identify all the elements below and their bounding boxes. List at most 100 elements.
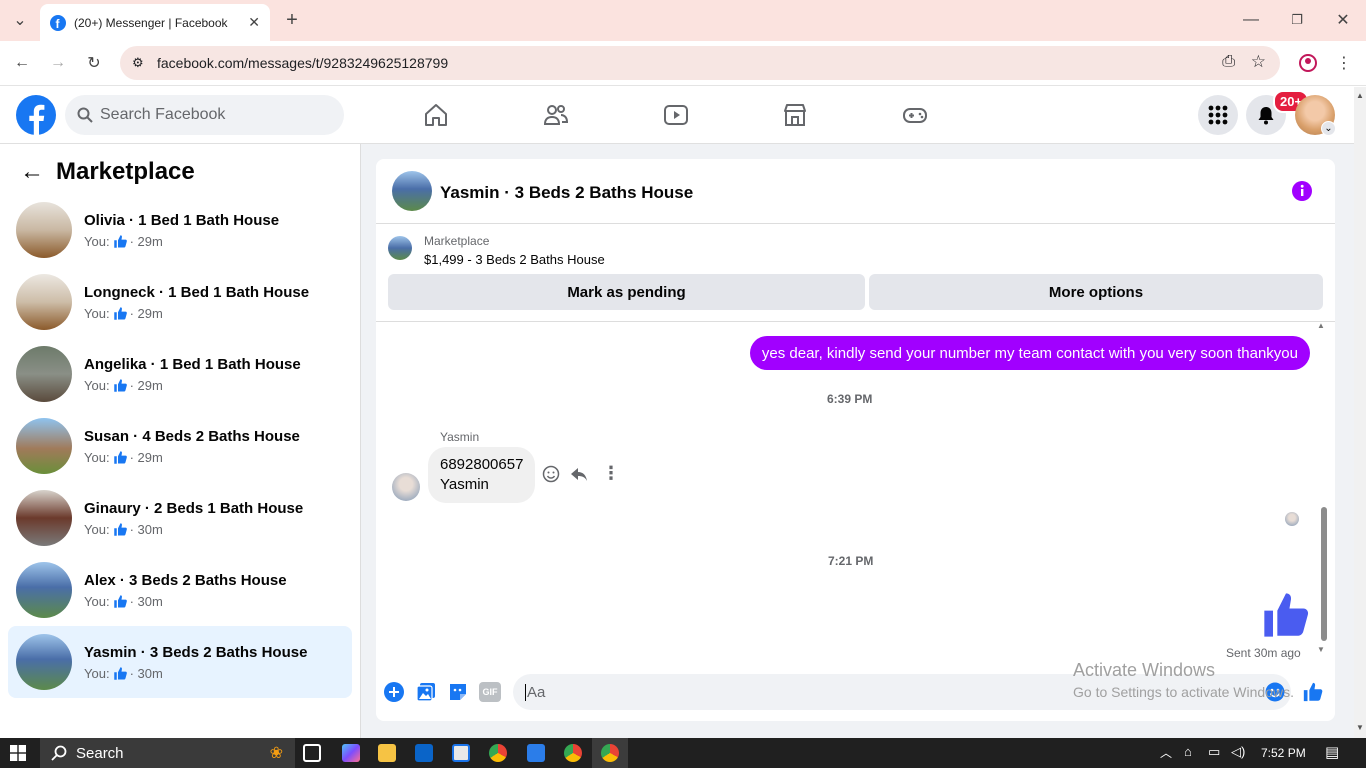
reload-icon[interactable]: ↻ <box>80 49 108 77</box>
sender-avatar[interactable] <box>392 473 420 501</box>
chat-title[interactable]: Yasmin · 3 Beds 2 Baths House <box>440 183 693 203</box>
watch-icon[interactable] <box>662 101 690 129</box>
browser-tab[interactable]: f (20+) Messenger | Facebook ✕ <box>40 4 270 41</box>
bookmark-star-icon[interactable]: ☆ <box>1251 52 1266 72</box>
search-highlight-icon: ❀ <box>269 745 283 762</box>
conversation-time: · 30m <box>129 521 163 537</box>
more-options-button[interactable]: More options <box>869 274 1323 310</box>
tab-search-icon[interactable]: ⌄ <box>6 6 34 34</box>
defender-icon[interactable] <box>527 744 545 762</box>
notification-center-icon[interactable]: ▤ <box>1325 743 1339 761</box>
close-tab-icon[interactable]: ✕ <box>248 14 260 31</box>
conversation-item[interactable]: Longneck · 1 Bed 1 Bath House You: · 29m <box>8 266 352 338</box>
conversation-name: Susan · 4 Beds 2 Baths House <box>84 427 300 445</box>
more-actions-plus-icon[interactable] <box>384 682 404 702</box>
store-icon[interactable] <box>452 744 470 762</box>
chrome-menu-icon[interactable]: ⋮ <box>1330 49 1358 77</box>
more-actions-icon[interactable]: ⋮ <box>602 463 620 484</box>
chrome-active-icon <box>601 744 619 762</box>
conversation-you: You: <box>84 233 110 249</box>
like-icon <box>113 594 127 608</box>
conversation-you: You: <box>84 305 110 321</box>
back-icon[interactable]: ← <box>8 49 36 77</box>
menu-button[interactable] <box>1198 95 1238 135</box>
big-like-icon[interactable] <box>1260 589 1312 641</box>
like-icon <box>113 450 127 464</box>
conversation-time: · 29m <box>129 377 163 393</box>
forward-icon[interactable]: → <box>44 49 72 77</box>
close-window-icon[interactable]: ✕ <box>1329 6 1357 34</box>
clock[interactable]: 7:52 PM <box>1261 746 1306 760</box>
minimize-icon[interactable]: — <box>1237 6 1265 34</box>
windows-taskbar: Search ❀ ︿ ⌂ ▭ ◁) 7:52 PM ▤ <box>0 738 1366 768</box>
site-settings-icon[interactable]: ⚙ <box>132 55 144 71</box>
conversation-item[interactable]: Alex · 3 Beds 2 Baths House You: · 30m <box>8 554 352 626</box>
reply-icon[interactable] <box>570 465 588 483</box>
mark-as-pending-button[interactable]: Mark as pending <box>388 274 865 310</box>
back-arrow-icon[interactable]: ← <box>20 158 44 186</box>
conversation-you: You: <box>84 665 110 681</box>
facebook-logo-icon[interactable] <box>16 95 56 135</box>
listing-title[interactable]: $1,499 - 3 Beds 2 Baths House <box>424 252 605 267</box>
friends-icon[interactable] <box>542 101 570 129</box>
seen-avatar <box>1285 512 1299 526</box>
new-tab-icon[interactable]: + <box>278 6 306 34</box>
conversation-avatar <box>16 418 72 474</box>
page-scrollbar[interactable]: ▲ ▼ <box>1354 87 1366 738</box>
message-scrollbar-thumb[interactable] <box>1321 507 1327 641</box>
windows-start-icon[interactable] <box>10 745 26 761</box>
outlook-icon[interactable] <box>415 744 433 762</box>
restore-icon[interactable]: ❐ <box>1283 6 1311 34</box>
url-field[interactable]: ⚙ facebook.com/messages/t/92832496251287… <box>120 46 1280 80</box>
react-smiley-icon[interactable] <box>542 465 560 483</box>
message-scroll-track[interactable]: ▲ ▼ <box>1317 321 1327 655</box>
conversation-item[interactable]: Olivia · 1 Bed 1 Bath House You: · 29m <box>8 194 352 266</box>
chat-panel: Yasmin · 3 Beds 2 Baths House Marketplac… <box>376 159 1335 721</box>
conversation-item[interactable]: Ginaury · 2 Beds 1 Bath House You: · 30m <box>8 482 352 554</box>
profile-icon[interactable] <box>1294 49 1322 77</box>
show-hidden-icons[interactable]: ︿ <box>1160 744 1172 761</box>
photo-icon[interactable] <box>416 682 436 702</box>
conversation-avatar <box>16 562 72 618</box>
taskbar-search-icon <box>51 745 67 761</box>
battery-icon[interactable]: ▭ <box>1208 744 1220 760</box>
message-input-placeholder: Aa <box>525 683 546 701</box>
conversation-avatar <box>16 634 72 690</box>
network-icon[interactable]: ⌂ <box>1184 744 1192 759</box>
incoming-message[interactable]: 6892800657 Yasmin <box>428 447 536 503</box>
sticker-icon[interactable] <box>448 682 468 702</box>
gaming-icon[interactable] <box>901 101 929 129</box>
address-bar-row: ← → ↻ ⚙ facebook.com/messages/t/92832496… <box>0 41 1366 86</box>
gif-icon[interactable]: GIF <box>479 682 501 702</box>
chat-avatar[interactable] <box>392 171 432 211</box>
conversation-item[interactable]: Angelika · 1 Bed 1 Bath House You: · 29m <box>8 338 352 410</box>
sent-status: Sent 30m ago <box>1226 646 1301 660</box>
conversation-you: You: <box>84 377 110 393</box>
account-chevron-icon[interactable]: ⌄ <box>1321 121 1336 136</box>
bell-icon <box>1258 107 1274 125</box>
task-view-icon[interactable] <box>303 744 321 762</box>
file-explorer-icon[interactable] <box>378 744 396 762</box>
copilot-icon[interactable] <box>342 744 360 762</box>
home-icon[interactable] <box>422 101 450 129</box>
info-icon[interactable] <box>1291 180 1313 202</box>
send-like-icon[interactable] <box>1302 681 1324 703</box>
search-facebook-input[interactable]: Search Facebook <box>65 95 344 135</box>
watermark-line: Activate Windows <box>1073 660 1216 680</box>
like-icon <box>113 378 127 392</box>
chrome-profile-icon[interactable] <box>564 744 582 762</box>
like-icon <box>113 666 127 680</box>
conversation-item[interactable]: Yasmin · 3 Beds 2 Baths House You: · 30m <box>8 626 352 698</box>
sender-name: Yasmin <box>440 430 480 444</box>
conversation-avatar <box>16 490 72 546</box>
taskbar-search[interactable]: Search ❀ <box>40 738 295 768</box>
incoming-message-line: Yasmin <box>440 476 489 493</box>
install-app-icon[interactable]: ⎙ <box>1222 53 1235 71</box>
conversation-you: You: <box>84 449 110 465</box>
volume-icon[interactable]: ◁) <box>1231 744 1245 760</box>
marketplace-icon[interactable] <box>781 101 809 129</box>
active-app-highlight[interactable] <box>592 738 628 768</box>
conversation-item[interactable]: Susan · 4 Beds 2 Baths House You: · 29m <box>8 410 352 482</box>
chrome-icon[interactable] <box>489 744 507 762</box>
outgoing-message[interactable]: yes dear, kindly send your number my tea… <box>749 336 1310 370</box>
